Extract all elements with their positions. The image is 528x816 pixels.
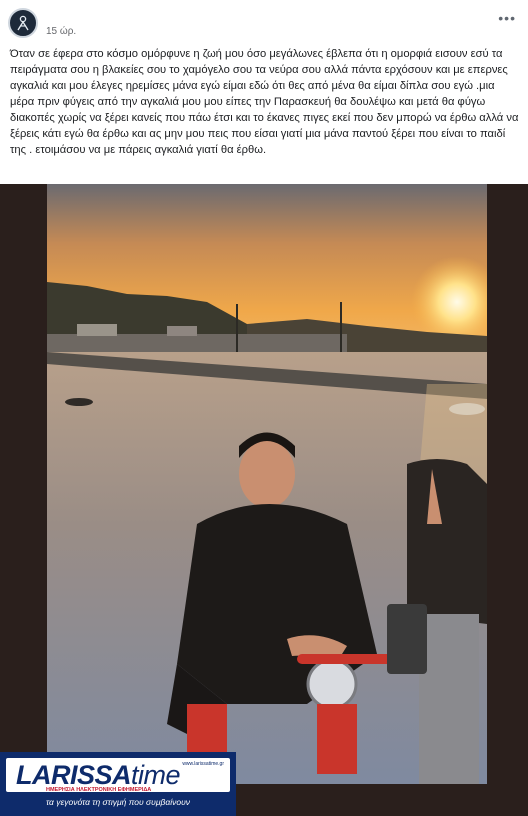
post-text: Όταν σε έφερα στο κόσμο ομόρφυνε η ζωή μ… <box>10 48 519 156</box>
sunset-harbor-photo <box>47 184 487 784</box>
post-timestamp[interactable]: 15 ώρ. <box>46 26 76 37</box>
logo-brand-time: time <box>131 760 181 790</box>
profile-avatar[interactable] <box>8 8 38 38</box>
logo-url: www.larissatime.gr <box>182 761 224 767</box>
post-header: 15 ώρ. ••• <box>0 0 528 44</box>
logo-subtitle: ΗΜΕΡΗΣΙΑ ΗΛΕΚΤΡΟΝΙΚΗ ΕΦΗΜΕΡΙΔΑ <box>46 787 152 793</box>
logo-brand-main: LARISSA <box>16 760 132 790</box>
more-options-icon[interactable]: ••• <box>498 10 516 26</box>
avatar-figure-icon <box>17 15 29 31</box>
logo-banner: LARISSAtime www.larissatime.gr ΗΜΕΡΗΣΙΑ … <box>6 758 230 793</box>
post-photo[interactable] <box>47 184 487 784</box>
larissatime-logo: LARISSAtime www.larissatime.gr ΗΜΕΡΗΣΙΑ … <box>0 752 236 816</box>
logo-tagline: τα γεγονότα τη στιγμή που συμβαίνουν <box>45 797 190 807</box>
